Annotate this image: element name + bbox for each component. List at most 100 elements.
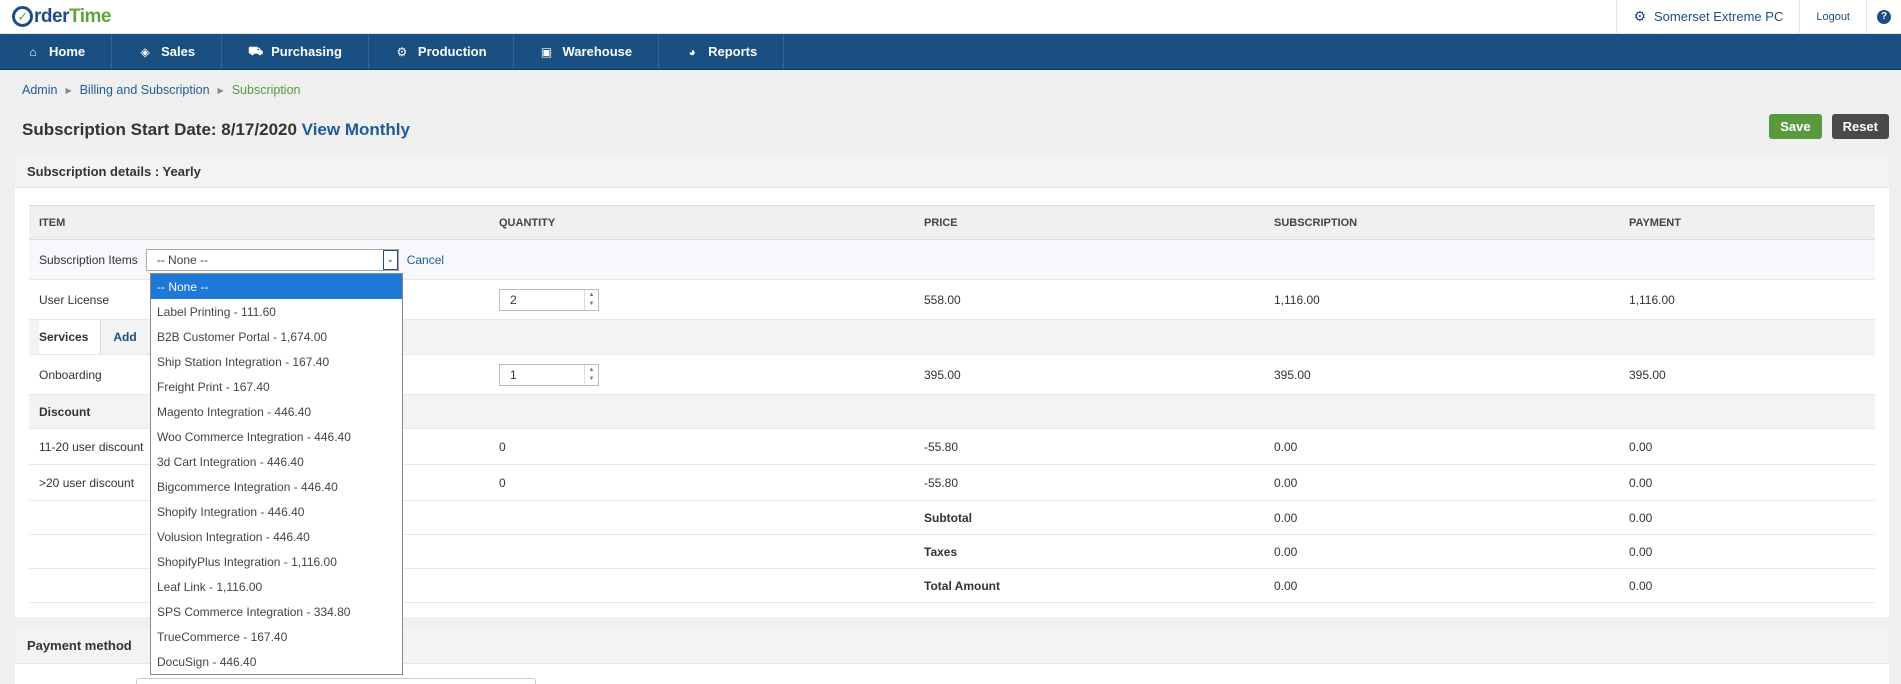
arrow-up-icon[interactable]: ▲ — [589, 291, 595, 300]
nav-home[interactable]: ⌂ Home — [0, 34, 113, 69]
chevron-right-icon: ▶ — [65, 85, 72, 95]
arrow-down-icon[interactable]: ▼ — [589, 375, 595, 384]
dropdown-option[interactable]: Shopify Integration - 446.40 — [151, 499, 402, 524]
panel-header: Subscription details : Yearly — [15, 155, 1889, 188]
totals-label: Subtotal — [914, 500, 1264, 535]
gears-icon: ⚙ — [396, 44, 408, 59]
dropdown-option[interactable]: Volusion Integration - 446.40 — [151, 524, 402, 549]
nav-label: Purchasing — [271, 44, 342, 59]
quantity-cell: 2 ▲ ▼ — [489, 279, 914, 320]
nav-sales[interactable]: ◈ Sales — [112, 34, 223, 69]
box-icon: ▣ — [540, 44, 553, 59]
col-item: ITEM — [29, 205, 489, 240]
subscription-start-date: Subscription Start Date: 8/17/2020 — [22, 120, 297, 139]
col-quantity: QUANTITY — [489, 205, 914, 240]
nav-label: Production — [417, 44, 487, 59]
subscription-cell: 0.00 — [1264, 464, 1619, 501]
help-icon: ? — [1877, 9, 1891, 24]
quantity-cell: 0 — [489, 428, 914, 465]
nav-label: Warehouse — [562, 44, 633, 59]
page-title: Subscription Start Date: 8/17/2020 View … — [22, 120, 410, 140]
logo-check-icon: ✓ — [12, 6, 33, 27]
quantity-value: 2 — [510, 292, 517, 307]
dropdown-option[interactable]: 3d Cart Integration - 446.40 — [151, 449, 402, 474]
payment-cell: 0.00 — [1619, 534, 1875, 569]
view-monthly-link[interactable]: View Monthly — [302, 120, 410, 139]
dropdown-option[interactable]: B2B Customer Portal - 1,674.00 — [151, 324, 402, 349]
quantity-value: 1 — [510, 367, 517, 382]
page-actions: Save Reset — [1769, 114, 1889, 139]
nav-label: Home — [49, 44, 86, 59]
price-cell: 558.00 — [914, 279, 1264, 320]
reset-button[interactable]: Reset — [1831, 114, 1889, 139]
payment-cell: 1,116.00 — [1619, 279, 1875, 320]
col-subscription: SUBSCRIPTION — [1264, 205, 1619, 240]
payment-cell: 0.00 — [1619, 464, 1875, 501]
dropdown-option[interactable]: TrueCommerce - 167.40 — [151, 624, 402, 649]
col-price: PRICE — [914, 205, 1264, 240]
dropdown-option[interactable]: Freight Print - 167.40 — [151, 374, 402, 399]
dropdown-option[interactable]: Label Printing - 111.60 — [151, 299, 402, 324]
dropdown-option[interactable]: SPS Commerce Integration - 334.80 — [151, 599, 402, 624]
breadcrumb-billing[interactable]: Billing and Subscription — [80, 83, 210, 97]
price-cell: -55.80 — [914, 464, 1264, 501]
payment-cell: 395.00 — [1619, 354, 1875, 395]
col-payment: PAYMENT — [1619, 205, 1875, 240]
price-cell: -55.80 — [914, 428, 1264, 465]
dropdown-option[interactable]: -- None -- — [151, 274, 402, 299]
cancel-link[interactable]: Cancel — [407, 253, 444, 267]
stepper-arrows-icon[interactable]: ▲ ▼ — [584, 364, 598, 385]
payment-method-select[interactable] — [136, 678, 536, 684]
home-icon: ⌂ — [29, 44, 37, 59]
breadcrumb-admin[interactable]: Admin — [22, 83, 57, 97]
top-bar: ✓ rder Time ⚙ Somerset Extreme PC Logout … — [0, 0, 1901, 34]
subscription-cell: 0.00 — [1264, 428, 1619, 465]
logo-text-order: rder — [34, 5, 69, 27]
price-cell: 395.00 — [914, 354, 1264, 395]
quantity-stepper[interactable]: 2 ▲ ▼ — [499, 288, 599, 311]
totals-label: Taxes — [914, 534, 1264, 569]
pie-chart-icon: ◕ — [688, 44, 696, 59]
help-button[interactable]: ? — [1866, 0, 1901, 33]
add-service-button[interactable]: Add — [101, 330, 148, 344]
main-nav: ⌂ Home ◈ Sales ⛟ Purchasing ⚙ Production ▣ Wa… — [0, 34, 1901, 70]
empty-cell — [489, 500, 914, 535]
gear-icon: ⚙ — [1633, 8, 1647, 24]
payment-cell: 0.00 — [1619, 500, 1875, 535]
nav-reports[interactable]: ◕ Reports — [659, 34, 785, 69]
empty-cell — [489, 568, 914, 603]
nav-label: Sales — [161, 44, 196, 59]
top-right-menu: ⚙ Somerset Extreme PC Logout ? — [1616, 0, 1901, 33]
breadcrumb: Admin ▶ Billing and Subscription ▶ Subsc… — [22, 83, 301, 97]
dropdown-option[interactable]: Leaf Link - 1,116.00 — [151, 574, 402, 599]
arrow-down-icon[interactable]: ▼ — [589, 300, 595, 309]
company-menu[interactable]: ⚙ Somerset Extreme PC — [1616, 0, 1799, 33]
dropdown-option[interactable]: DocuSign - 446.40 — [151, 649, 402, 674]
stepper-arrows-icon[interactable]: ▲ ▼ — [584, 289, 598, 310]
cart-icon: ⛟ — [248, 43, 264, 58]
dropdown-option[interactable]: ShopifyPlus Integration - 1,116.00 — [151, 549, 402, 574]
subscription-cell: 395.00 — [1264, 354, 1619, 395]
table-header-row: ITEM QUANTITY PRICE SUBSCRIPTION PAYMENT — [29, 205, 1875, 240]
subscription-cell: 1,116.00 — [1264, 279, 1619, 320]
payment-cell: 0.00 — [1619, 568, 1875, 603]
nav-warehouse[interactable]: ▣ Warehouse — [514, 34, 660, 69]
arrow-up-icon[interactable]: ▲ — [589, 366, 595, 375]
subscription-cell: 0.00 — [1264, 534, 1619, 569]
nav-production[interactable]: ⚙ Production — [369, 34, 514, 69]
quantity-stepper[interactable]: 1 ▲ ▼ — [499, 363, 599, 386]
subscription-cell: 0.00 — [1264, 500, 1619, 535]
nav-purchasing[interactable]: ⛟ Purchasing — [222, 34, 369, 69]
totals-label: Total Amount — [914, 568, 1264, 603]
empty-cell — [489, 534, 914, 569]
ordertime-logo[interactable]: ✓ rder Time — [0, 6, 111, 28]
dropdown-option[interactable]: Woo Commerce Integration - 446.40 — [151, 424, 402, 449]
dropdown-option[interactable]: Ship Station Integration - 167.40 — [151, 349, 402, 374]
dropdown-option[interactable]: Magento Integration - 446.40 — [151, 399, 402, 424]
dropdown-option[interactable]: Bigcommerce Integration - 446.40 — [151, 474, 402, 499]
services-label: Services — [39, 320, 102, 354]
subscription-items-select[interactable]: -- None -- ⌄ — [145, 248, 399, 271]
logout-link[interactable]: Logout — [1799, 0, 1866, 33]
chevron-down-icon[interactable]: ⌄ — [382, 249, 398, 270]
save-button[interactable]: Save — [1769, 114, 1822, 139]
